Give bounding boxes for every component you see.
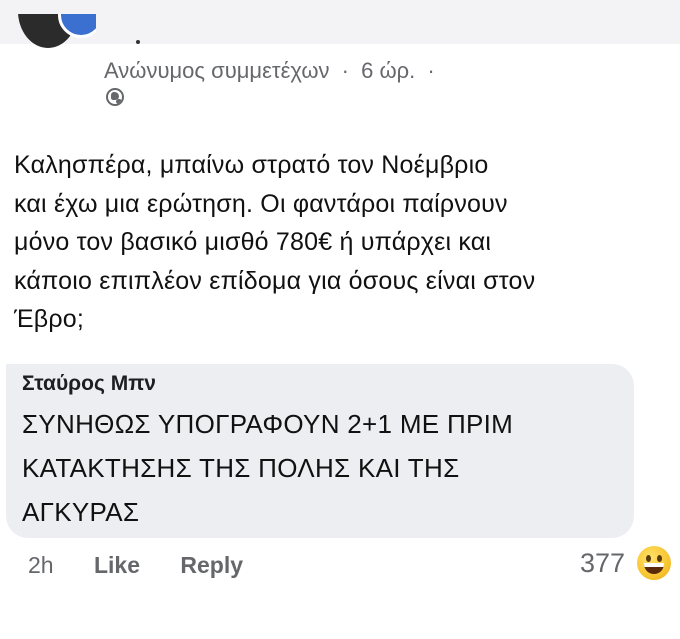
post-body-line: μόνο τον βασικό μισθό 780€ ή υπάρχει και bbox=[14, 228, 492, 256]
post-body-line: Έβρο; bbox=[14, 305, 85, 333]
comment-text-line: ΣΥΝΗΘΩΣ ΥΠΟΓΡΑΦΟΥΝ 2+1 ΜΕ ΠΡΙΜ bbox=[22, 409, 514, 439]
cropped-dot bbox=[136, 40, 140, 44]
post-body: Καλησπέρα, μπαίνω στρατό τον Νοέμβριο κα… bbox=[14, 146, 664, 339]
post-body-line: Καλησπέρα, μπαίνω στρατό τον Νοέμβριο bbox=[14, 151, 489, 179]
screenshot-page: Ανώνυμος συμμετέχων · 6 ώρ. · Καλησπέρα,… bbox=[0, 0, 680, 639]
comment-bubble: Σταύρος Μπν ΣΥΝΗΘΩΣ ΥΠΟΓΡΑΦΟΥΝ 2+1 ΜΕ ΠΡ… bbox=[6, 364, 634, 538]
meta-separator: · bbox=[341, 58, 349, 83]
comment-time[interactable]: 2h bbox=[28, 552, 54, 579]
laughing-emoji-icon bbox=[636, 546, 671, 580]
cropped-header-area bbox=[0, 0, 680, 44]
reaction-count: 377 bbox=[580, 547, 626, 578]
reaction-summary[interactable]: 377 bbox=[580, 546, 671, 580]
comment-author[interactable]: Σταύρος Μπν bbox=[22, 372, 156, 396]
post-author[interactable]: Ανώνυμος συμμετέχων bbox=[104, 58, 330, 83]
comment-text-line: ΚΑΤΑΚΤΗΣΗΣ ΤΗΣ ΠΟΛΗΣ ΚΑΙ ΤΗΣ bbox=[22, 453, 460, 483]
globe-icon[interactable] bbox=[106, 88, 124, 106]
like-button[interactable]: Like bbox=[94, 552, 140, 579]
reply-button[interactable]: Reply bbox=[180, 552, 243, 579]
avatar[interactable] bbox=[18, 14, 96, 48]
comment-text-line: ΑΓΚΥΡΑΣ bbox=[22, 497, 140, 527]
comment-actions: 2h Like Reply bbox=[28, 552, 243, 579]
post-body-line: κάποιο επιπλέον επίδομα για όσους είναι … bbox=[14, 266, 536, 295]
comment-text: ΣΥΝΗΘΩΣ ΥΠΟΓΡΑΦΟΥΝ 2+1 ΜΕ ΠΡΙΜ ΚΑΤΑΚΤΗΣΗ… bbox=[22, 402, 622, 534]
post-time[interactable]: 6 ώρ. bbox=[361, 58, 415, 83]
post-body-line: και έχω μια ερώτηση. Οι φαντάροι παίρνου… bbox=[14, 189, 508, 218]
meta-trailing-dot: · bbox=[427, 58, 435, 83]
post-meta: Ανώνυμος συμμετέχων · 6 ώρ. · bbox=[104, 58, 441, 84]
